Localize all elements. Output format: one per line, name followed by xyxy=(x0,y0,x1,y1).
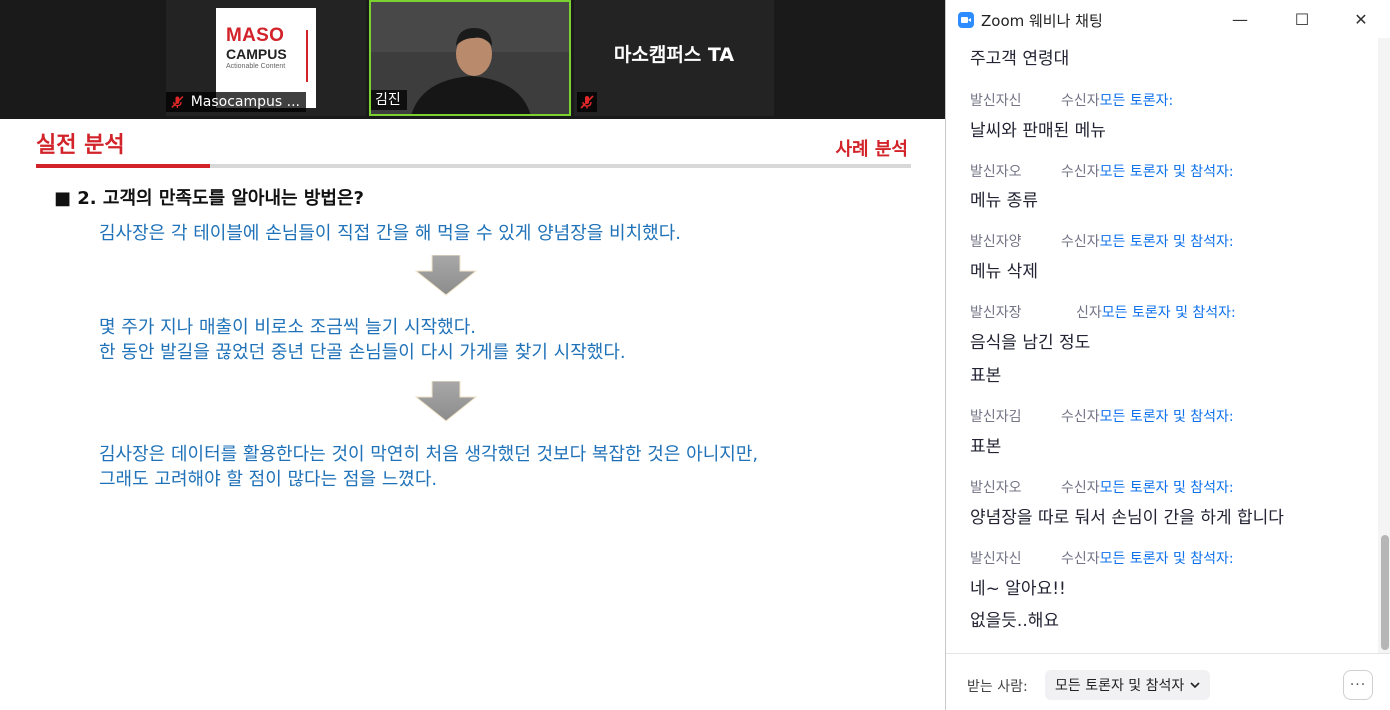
message-header: 발신자신 수신자모든 토론자 및 참석자: xyxy=(970,548,1234,568)
message-header: 발신자오 수신자모든 토론자 및 참석자: xyxy=(970,477,1234,497)
message-header: 발신자장 신자모든 토론자 및 참석자: xyxy=(970,302,1236,322)
message-recipient: 수신자모든 토론자 및 참석자: xyxy=(1061,231,1234,251)
recipient-name: 모든 토론자 및 참석자: xyxy=(1101,305,1236,321)
logo-text-campus: CAMPUS xyxy=(226,46,287,62)
recipient-prefix: 수신자 xyxy=(1061,164,1100,180)
message-header: 발신자신 수신자모든 토론자: xyxy=(970,90,1173,110)
title-rule-accent xyxy=(36,164,210,168)
down-arrow-icon xyxy=(414,381,478,422)
participant-name-tag: 김진 xyxy=(371,90,407,110)
message-header: 발신자오 수신자모든 토론자 및 참석자: xyxy=(970,161,1234,181)
message-sender: 발신자오 xyxy=(970,480,1022,496)
recipient-name: 모든 토론자 및 참석자: xyxy=(1099,409,1234,425)
message-recipient: 수신자모든 토론자: xyxy=(1061,90,1173,110)
webinar-view: MASO CAMPUS Actionable Content Masocampu… xyxy=(0,0,945,710)
down-arrow-icon xyxy=(414,255,478,296)
video-tile-masocampus[interactable]: MASO CAMPUS Actionable Content Masocampu… xyxy=(166,0,366,116)
recipient-name: 모든 토론자 및 참석자: xyxy=(1099,234,1234,250)
message-text: 양념장을 따로 둬서 손님이 간을 하게 합니다 xyxy=(970,508,1284,528)
chat-scrollbar-thumb[interactable] xyxy=(1381,535,1389,650)
logo-text-tagline: Actionable Content xyxy=(226,63,286,70)
recipient-name: 모든 토론자 및 참석자: xyxy=(1099,480,1234,496)
slide-subtitle: 사례 분석 xyxy=(835,139,908,160)
message-text: 표본 xyxy=(970,366,1002,386)
message-text: 메뉴 삭제 xyxy=(970,262,1038,282)
chat-titlebar[interactable]: Zoom 웨비나 채팅 — ☐ ✕ xyxy=(946,0,1390,38)
message-recipient: 수신자모든 토론자 및 참석자: xyxy=(1061,548,1234,568)
recipient-prefix: 신자 xyxy=(1076,305,1102,321)
logo-bar xyxy=(306,30,308,82)
message-sender: 발신자양 xyxy=(970,234,1022,250)
recipient-name: 모든 토론자 및 참석자: xyxy=(1099,164,1234,180)
message-sender: 발신자장 xyxy=(970,305,1022,321)
slide-title: 실전 분석 xyxy=(36,133,125,158)
message-sender: 발신자신 xyxy=(970,93,1022,109)
recipient-select[interactable]: 모든 토론자 및 참석자 xyxy=(1045,670,1211,700)
message-recipient: 수신자모든 토론자 및 참석자: xyxy=(1061,161,1234,181)
message-sender: 발신자김 xyxy=(970,409,1022,425)
recipient-prefix: 수신자 xyxy=(1061,234,1100,250)
message-text: 표본 xyxy=(970,437,1002,457)
paragraph-line: 한 동안 발길을 끊었던 중년 단골 손님들이 다시 가게를 찾기 시작했다. xyxy=(99,342,626,363)
chat-window: Zoom 웨비나 채팅 — ☐ ✕ 주고객 연령대 발신자신 수신자모든 토론자… xyxy=(945,0,1390,710)
slide-paragraph: 김사장은 각 테이블에 손님들이 직접 간을 해 먹을 수 있게 양념장을 비치… xyxy=(99,221,681,246)
paragraph-line: 몇 주가 지나 매출이 비로소 조금씩 늘기 시작했다. xyxy=(99,317,476,338)
message-text: 음식을 남긴 정도 xyxy=(970,333,1091,353)
message-header: 발신자김 수신자모든 토론자 및 참석자: xyxy=(970,406,1234,426)
minimize-button[interactable]: — xyxy=(1227,8,1253,30)
chat-footer: 받는 사람: 모든 토론자 및 참석자 ··· xyxy=(946,653,1390,710)
chevron-down-icon xyxy=(1190,682,1200,689)
recipient-prefix: 수신자 xyxy=(1061,480,1100,496)
participant-name: Masocampus ... xyxy=(190,94,300,110)
participant-name: 마소캠퍼스 TA xyxy=(613,44,735,66)
message-recipient: 신자모든 토론자 및 참석자: xyxy=(1076,302,1236,322)
chat-message-list[interactable]: 주고객 연령대 발신자신 수신자모든 토론자: 날씨와 판매된 메뉴 발신자오 … xyxy=(946,38,1378,653)
recipient-select-value: 모든 토론자 및 참석자 xyxy=(1055,678,1185,694)
message-recipient: 수신자모든 토론자 및 참석자: xyxy=(1061,477,1234,497)
participant-name: 김진 xyxy=(375,92,401,108)
paragraph-line: 김사장은 각 테이블에 손님들이 직접 간을 해 먹을 수 있게 양념장을 비치… xyxy=(99,223,682,244)
message-text: 메뉴 종류 xyxy=(970,191,1038,211)
video-tile-ta[interactable]: 마소캠퍼스 TA xyxy=(574,0,774,116)
recipient-prefix: 수신자 xyxy=(1061,409,1100,425)
message-sender: 발신자오 xyxy=(970,164,1022,180)
recipient-name: 모든 토론자: xyxy=(1099,93,1174,109)
recipient-name: 모든 토론자 및 참석자: xyxy=(1099,551,1234,567)
ta-mic-status xyxy=(577,92,597,112)
paragraph-line: 그래도 고려해야 할 점이 많다는 점을 느꼈다. xyxy=(99,469,438,490)
message-text: 네~ 알아요!! xyxy=(970,579,1066,599)
zoom-app-icon xyxy=(958,12,974,28)
message-header: 발신자양 수신자모든 토론자 및 참석자: xyxy=(970,231,1234,251)
recipient-prefix: 수신자 xyxy=(1061,93,1100,109)
logo-text-maso: MASO xyxy=(226,25,285,46)
recipient-prefix: 수신자 xyxy=(1061,551,1100,567)
mic-muted-icon xyxy=(580,95,594,109)
mic-muted-icon xyxy=(171,95,184,109)
video-strip: MASO CAMPUS Actionable Content Masocampu… xyxy=(0,0,945,119)
message-text: 날씨와 판매된 메뉴 xyxy=(970,121,1106,141)
paragraph-line: 김사장은 데이터를 활용한다는 것이 막연히 처음 생각했던 것보다 복잡한 것… xyxy=(99,444,759,465)
slide-question: ■ 2. 고객의 만족도를 알아내는 방법은? xyxy=(54,188,364,209)
shared-slide: 실전 분석 사례 분석 ■ 2. 고객의 만족도를 알아내는 방법은? 김사장은… xyxy=(0,119,945,710)
send-to-label: 받는 사람: xyxy=(967,679,1028,695)
message-text: 없을듯..해요 xyxy=(970,611,1060,631)
more-options-button[interactable]: ··· xyxy=(1343,670,1373,700)
slide-paragraph: 김사장은 데이터를 활용한다는 것이 막연히 처음 생각했던 것보다 복잡한 것… xyxy=(99,442,758,492)
slide-paragraph: 몇 주가 지나 매출이 비로소 조금씩 늘기 시작했다. 한 동안 발길을 끊었… xyxy=(99,315,626,365)
video-tile-speaker[interactable]: 김진 xyxy=(369,0,571,116)
message-text: 주고객 연령대 xyxy=(970,49,1070,69)
window-title: Zoom 웨비나 채팅 xyxy=(981,12,1103,30)
message-recipient: 수신자모든 토론자 및 참석자: xyxy=(1061,406,1234,426)
close-button[interactable]: ✕ xyxy=(1348,8,1374,30)
participant-name-tag: Masocampus ... xyxy=(166,92,306,112)
message-sender: 발신자신 xyxy=(970,551,1022,567)
maximize-button[interactable]: ☐ xyxy=(1289,8,1315,30)
